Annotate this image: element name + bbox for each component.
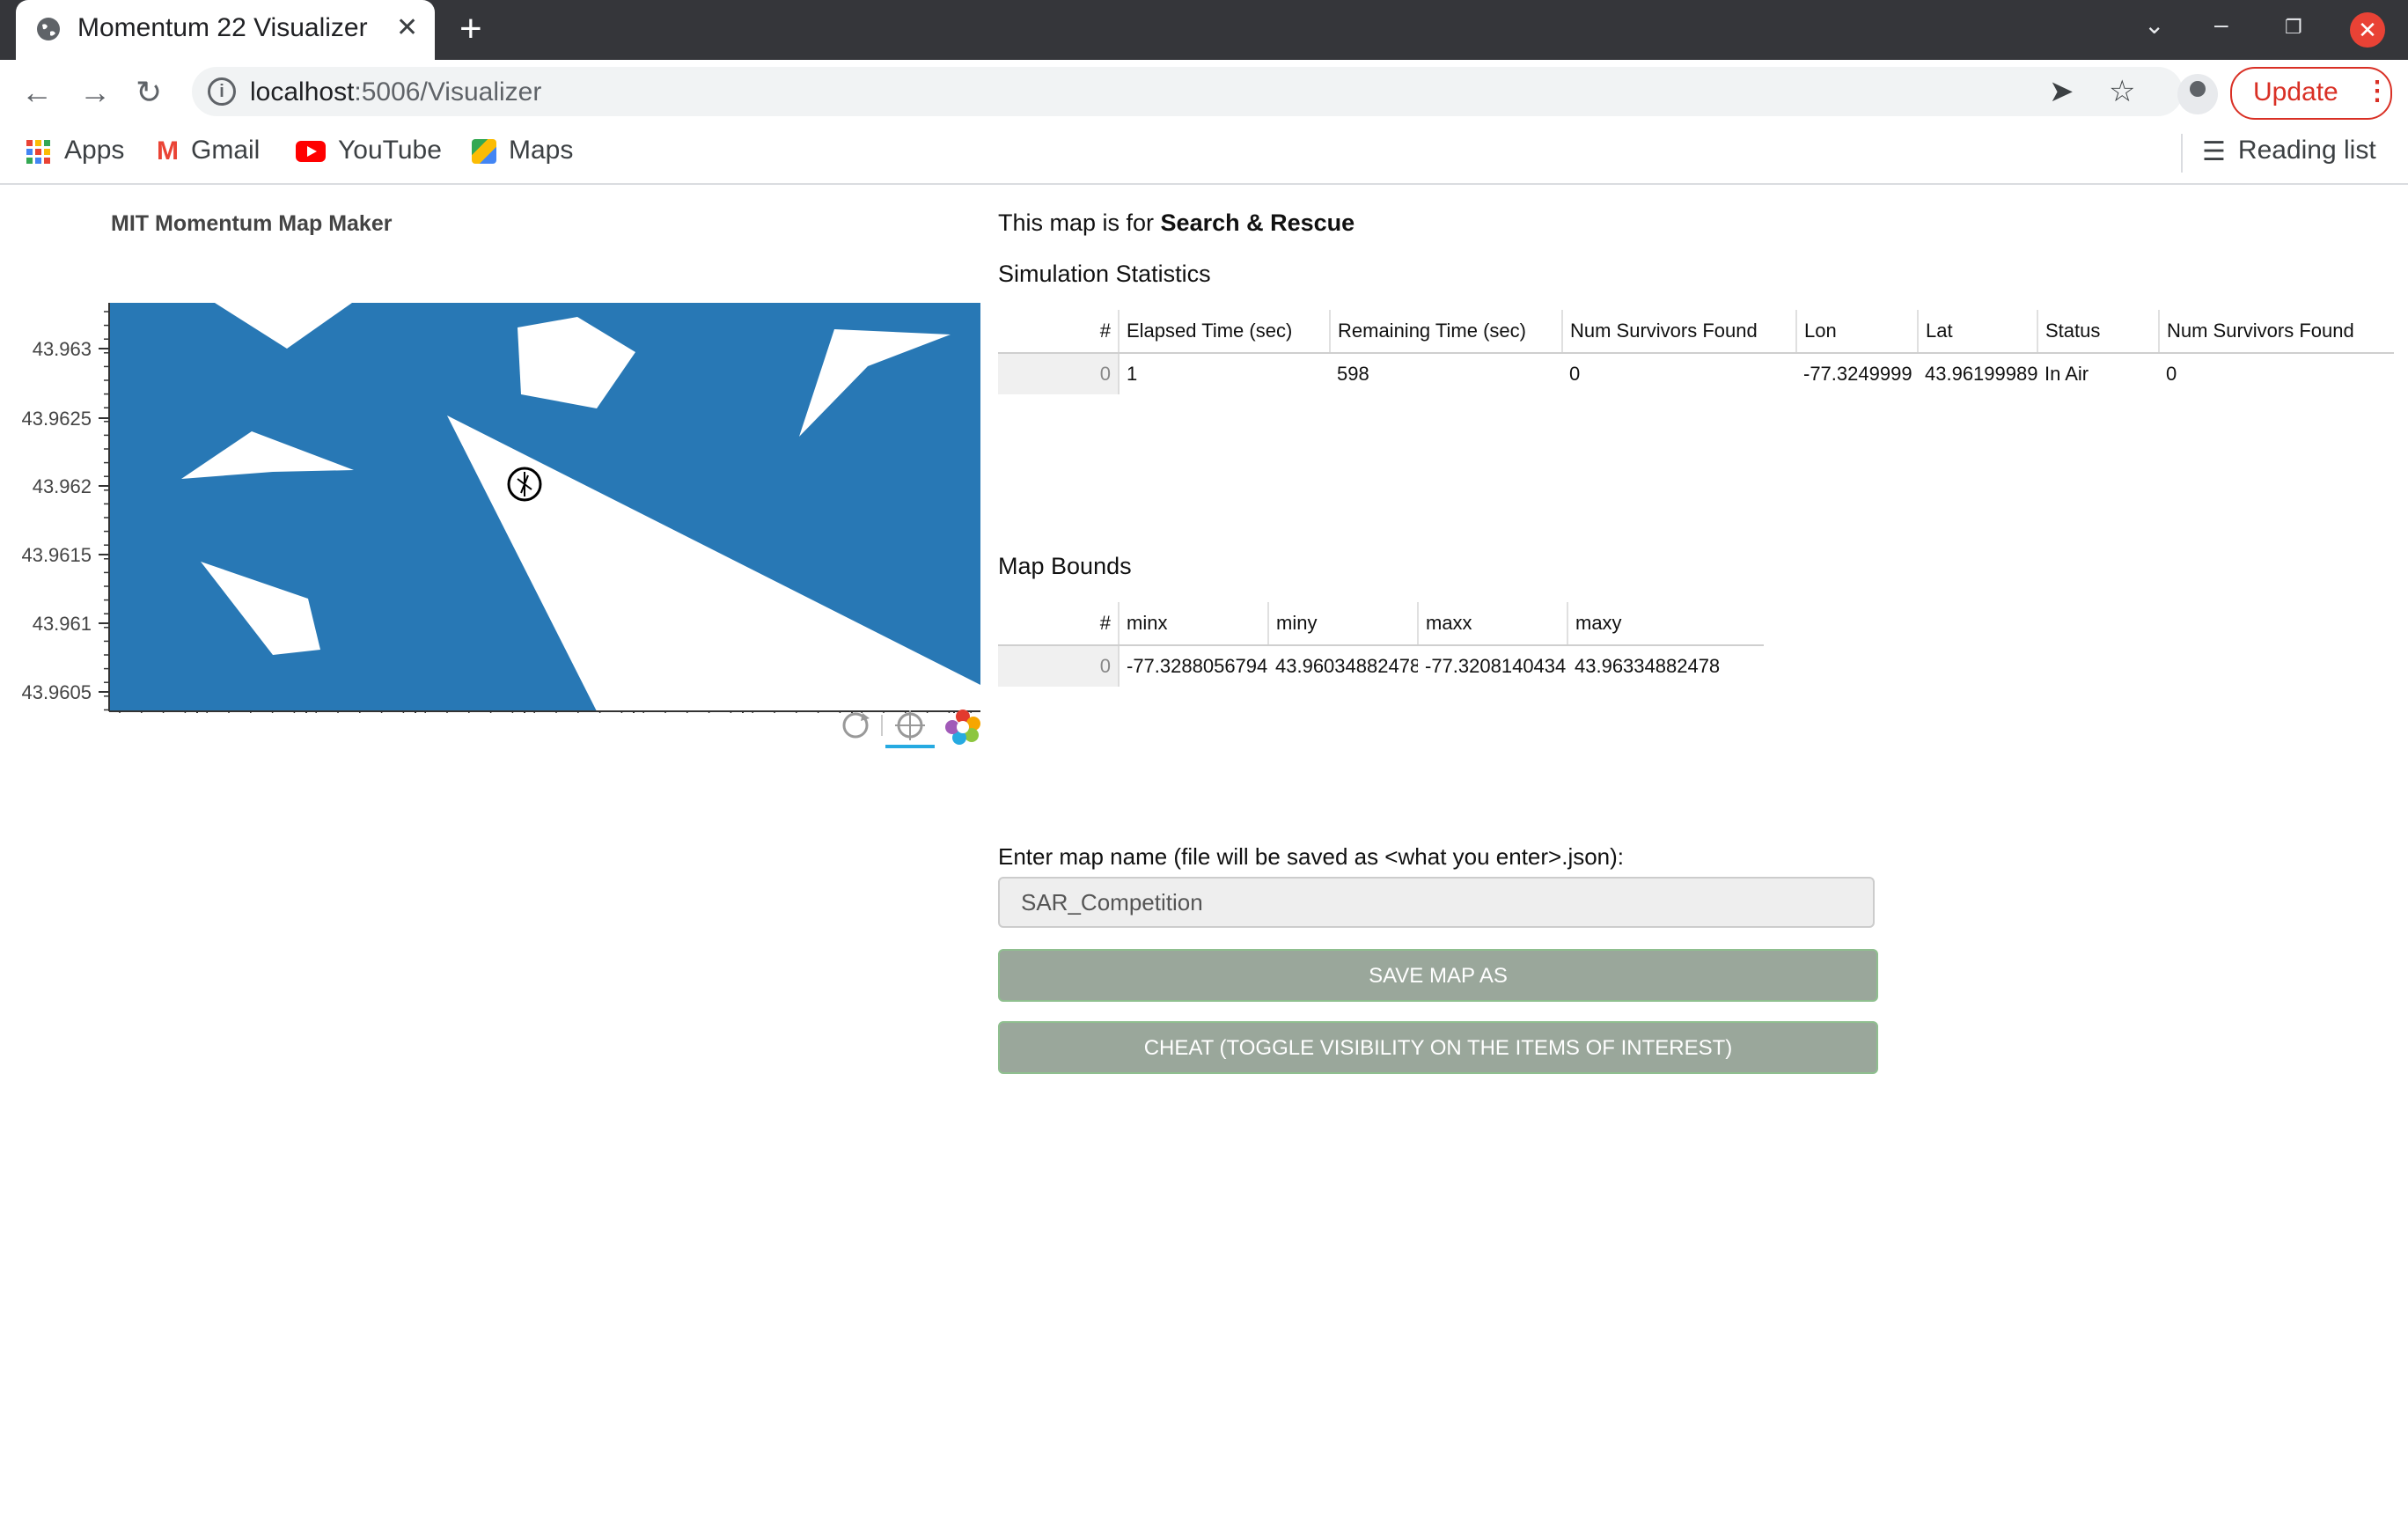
y-axis-ticks: 43.963 43.9625 43.962 43.9615 43.961 43.9605 (21, 311, 109, 711)
bookmark-divider (2181, 134, 2183, 173)
apps-grid-icon (26, 139, 50, 164)
column-header[interactable]: Num Survivors Found (2159, 310, 2394, 354)
stats-table: # Elapsed Time (sec) Remaining Time (sec… (998, 310, 2394, 394)
table-cell: In Air (2045, 363, 2089, 385)
youtube-icon (296, 141, 326, 163)
y-tick-label: 43.962 (33, 475, 92, 497)
browser-toolbar: ← → ↻ i localhost:5006/Visualizer ➤ ☆ Up… (0, 60, 2408, 127)
forward-icon[interactable]: → (79, 74, 111, 111)
table-row[interactable]: 0 -77.3288056794 43.96034882478 -77.3208… (998, 645, 1764, 687)
minimize-icon[interactable]: – (2214, 11, 2228, 39)
y-tick-label: 43.9625 (21, 408, 92, 430)
column-header[interactable]: Lat (1918, 310, 2038, 354)
reading-list-icon: ☰ (2202, 136, 2226, 166)
map-name-input[interactable] (998, 877, 1875, 928)
table-cell: 43.96334882478 (1575, 655, 1721, 677)
profile-avatar-icon[interactable] (2177, 74, 2218, 114)
y-tick-label: 43.963 (33, 338, 92, 360)
save-map-button[interactable]: SAVE MAP AS (998, 949, 1878, 1002)
bounds-table: # minx miny maxx maxy 0 -77.3288056794 4… (998, 602, 1764, 687)
bookmark-apps[interactable]: Apps (26, 136, 124, 165)
bookmark-maps[interactable]: Maps (472, 136, 573, 165)
column-header[interactable]: # (998, 602, 1120, 646)
column-header[interactable]: Num Survivors Found (1562, 310, 1797, 354)
plot-toolbar (836, 706, 986, 754)
map-name-label: Enter map name (file will be saved as <w… (998, 843, 1625, 870)
tab-title: Momentum 22 Visualizer (77, 13, 368, 42)
table-cell: 43.96034882478 (1275, 655, 1418, 677)
page-content: MIT Momentum Map Maker 43.963 43.9625 43.9… (0, 185, 2408, 1537)
map-title: MIT Momentum Map Maker (111, 211, 393, 236)
send-icon[interactable]: ➤ (2049, 74, 2074, 109)
y-tick-label: 43.9605 (21, 681, 92, 703)
close-tab-icon[interactable]: ✕ (396, 12, 418, 43)
close-window-icon[interactable]: ✕ (2350, 12, 2385, 48)
map-purpose: This map is for Search & Rescue (998, 210, 1355, 236)
globe-icon (37, 18, 60, 40)
maps-icon (472, 139, 496, 165)
table-cell: 43.96199989 (1925, 363, 2037, 385)
table-cell: 1 (1127, 363, 1138, 385)
browser-tab[interactable]: Momentum 22 Visualizer ✕ (16, 0, 435, 60)
tab-search-icon[interactable]: ⌄ (2144, 11, 2164, 40)
map-plot[interactable]: 43.96343.962543.96243.961543.96143.9605 … (0, 238, 986, 713)
site-info-icon[interactable]: i (208, 77, 236, 106)
tab-bar: Momentum 22 Visualizer ✕ + ⌄ – ❐ ✕ (0, 0, 2408, 60)
reload-icon[interactable]: ↻ (136, 74, 162, 111)
bookmark-youtube[interactable]: YouTube (296, 136, 442, 165)
y-tick-label: 43.9615 (21, 544, 92, 566)
table-cell: -77.3249999 (1803, 363, 1912, 385)
bounds-heading: Map Bounds (998, 553, 1132, 579)
column-header[interactable]: maxx (1418, 602, 1568, 646)
table-row[interactable]: 0 1 598 0 -77.3249999 43.96199989 In Air… (998, 353, 2394, 394)
column-header[interactable]: Lon (1796, 310, 1919, 354)
column-header[interactable]: Status (2037, 310, 2160, 354)
table-cell: 0 (998, 645, 1120, 687)
reset-icon[interactable] (842, 712, 870, 739)
table-cell: -77.3288056794 (1127, 655, 1268, 677)
bookmark-star-icon[interactable]: ☆ (2109, 74, 2135, 109)
y-tick-label: 43.961 (33, 613, 92, 635)
address-bar[interactable]: i localhost:5006/Visualizer ➤ ☆ (192, 67, 2183, 116)
column-header[interactable]: miny (1268, 602, 1419, 646)
column-header[interactable]: Elapsed Time (sec) (1119, 310, 1331, 354)
table-cell: -77.3208140434 (1425, 655, 1567, 677)
bookmark-gmail[interactable]: M Gmail (157, 136, 260, 166)
menu-dots-icon[interactable]: ⋮ (2364, 76, 2390, 107)
cheat-toggle-button[interactable]: CHEAT (TOGGLE VISIBILITY ON THE ITEMS OF… (998, 1021, 1878, 1074)
gmail-icon: M (157, 136, 179, 166)
back-icon[interactable]: ← (21, 74, 53, 111)
stats-heading: Simulation Statistics (998, 261, 1211, 287)
bokeh-logo-icon[interactable] (945, 710, 980, 745)
column-header[interactable]: minx (1119, 602, 1269, 646)
table-cell: 598 (1337, 363, 1369, 385)
new-tab-button[interactable]: + (459, 7, 482, 51)
restore-icon[interactable]: ❐ (2285, 16, 2302, 39)
url-text[interactable]: localhost:5006/Visualizer (250, 77, 541, 107)
column-header[interactable]: Remaining Time (sec) (1330, 310, 1563, 354)
info-panel: This map is for Search & Rescue (998, 210, 1354, 237)
table-cell: 0 (998, 353, 1120, 394)
table-cell: 0 (1569, 363, 1581, 385)
update-button[interactable]: Update ⋮ (2230, 67, 2392, 120)
column-header[interactable]: # (998, 310, 1120, 354)
reading-list-button[interactable]: ☰ Reading list (2202, 136, 2376, 167)
bookmarks-bar: Apps M Gmail YouTube Maps ☰ Reading list (0, 127, 2408, 185)
column-header[interactable]: maxy (1567, 602, 1764, 646)
table-cell: 0 (2166, 363, 2177, 385)
crosshair-icon[interactable] (885, 710, 935, 748)
